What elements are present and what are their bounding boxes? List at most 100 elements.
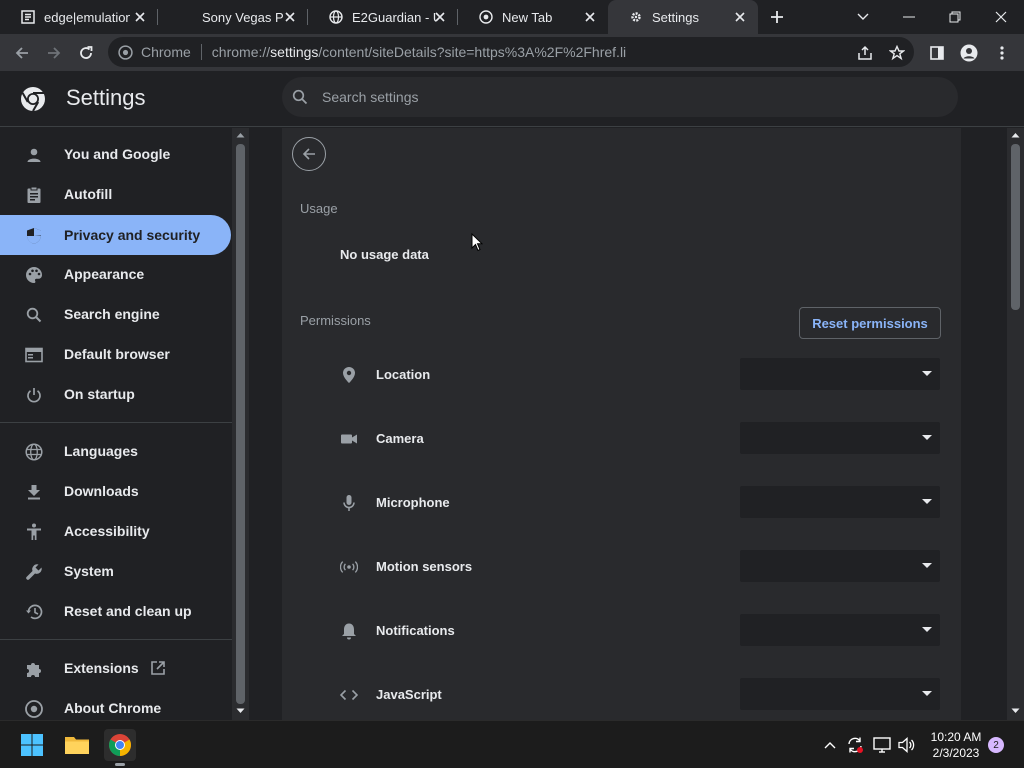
sidebar-scroll-thumb[interactable] bbox=[236, 144, 245, 704]
tab-search-button[interactable] bbox=[840, 0, 886, 34]
menu-kebab-icon[interactable] bbox=[989, 40, 1015, 66]
sidebar-item-you-and-google[interactable]: You and Google bbox=[0, 134, 231, 174]
gear-icon bbox=[628, 9, 644, 25]
chrome-taskbar-icon[interactable] bbox=[104, 729, 136, 766]
person-icon bbox=[24, 145, 44, 165]
settings-header: Settings bbox=[0, 71, 1024, 127]
notification-badge[interactable]: 2 bbox=[988, 737, 1004, 753]
site-details-card: Usage No usage data Permissions Reset pe… bbox=[282, 128, 961, 720]
sidebar-item-reset-and-clean-up[interactable]: Reset and clean up bbox=[0, 591, 231, 631]
sidebar-item-search-engine[interactable]: Search engine bbox=[0, 294, 231, 334]
page-title: Settings bbox=[66, 85, 146, 110]
sync-icon[interactable] bbox=[845, 735, 865, 755]
taskbar-clock[interactable]: 10:20 AM 2/3/2023 bbox=[924, 729, 988, 761]
tab-settings[interactable]: Settings bbox=[608, 0, 758, 34]
location-select[interactable] bbox=[740, 358, 940, 390]
tab-new-tab[interactable]: New Tab bbox=[458, 0, 608, 34]
accessibility-icon bbox=[24, 522, 44, 542]
close-icon[interactable] bbox=[282, 9, 298, 25]
mouse-cursor-icon bbox=[471, 233, 483, 252]
url-path: /content/siteDetails?site=https%3A%2F%2F… bbox=[318, 44, 627, 60]
microphone-select[interactable] bbox=[740, 486, 940, 518]
file-explorer-icon[interactable] bbox=[61, 729, 93, 761]
sidebar-item-label: Languages bbox=[64, 443, 138, 459]
camera-select[interactable] bbox=[740, 422, 940, 454]
sidebar-item-extensions[interactable]: Extensions bbox=[0, 648, 231, 688]
url-prefix: chrome:// bbox=[211, 44, 271, 60]
reset-permissions-button[interactable]: Reset permissions bbox=[799, 307, 941, 339]
sidebar-item-system[interactable]: System bbox=[0, 551, 231, 591]
dropdown-arrow-icon bbox=[922, 371, 932, 376]
new-tab-button[interactable] bbox=[766, 6, 788, 28]
document-icon bbox=[20, 9, 36, 25]
sidebar-item-label: Extensions bbox=[64, 660, 139, 676]
share-icon[interactable] bbox=[852, 40, 878, 66]
forward-button[interactable] bbox=[41, 40, 67, 66]
usage-text: No usage data bbox=[340, 247, 429, 262]
active-app-indicator bbox=[115, 763, 125, 766]
sidebar-item-privacy-and-security[interactable]: Privacy and security bbox=[0, 215, 231, 255]
tab-edge-emulation[interactable]: edge|emulation bbox=[0, 0, 158, 34]
sidebar-item-label: Privacy and security bbox=[64, 227, 201, 243]
sidebar-item-downloads[interactable]: Downloads bbox=[0, 471, 231, 511]
code-icon bbox=[340, 686, 358, 704]
network-icon[interactable] bbox=[872, 735, 892, 755]
profile-avatar-icon[interactable] bbox=[956, 40, 982, 66]
javascript-select[interactable] bbox=[740, 678, 940, 710]
permission-row-javascript: JavaScript bbox=[282, 675, 961, 715]
wrench-icon bbox=[24, 562, 44, 582]
close-icon[interactable] bbox=[582, 9, 598, 25]
tab-sony-vegas[interactable]: Sony Vegas Pro bbox=[158, 0, 308, 34]
main-scroll-thumb[interactable] bbox=[1011, 144, 1020, 310]
globe-icon bbox=[24, 442, 44, 462]
tab-e2guardian[interactable]: E2Guardian - Ur bbox=[308, 0, 458, 34]
scroll-up-arrow-icon[interactable] bbox=[1011, 132, 1020, 138]
main-scrollbar[interactable] bbox=[1007, 128, 1024, 720]
back-arrow-icon bbox=[302, 148, 315, 160]
sidebar-item-accessibility[interactable]: Accessibility bbox=[0, 511, 231, 551]
volume-icon[interactable] bbox=[897, 735, 917, 755]
minimize-button[interactable] bbox=[886, 0, 932, 34]
back-arrow-button[interactable] bbox=[292, 137, 326, 171]
dropdown-arrow-icon bbox=[922, 563, 932, 568]
permission-label: Notifications bbox=[376, 623, 455, 638]
close-window-button[interactable] bbox=[978, 0, 1024, 34]
windows-start-icon[interactable] bbox=[16, 729, 48, 761]
search-input[interactable] bbox=[322, 89, 922, 105]
motion-sensors-select[interactable] bbox=[740, 550, 940, 582]
sidebar-item-default-browser[interactable]: Default browser bbox=[0, 334, 231, 374]
close-icon[interactable] bbox=[432, 9, 448, 25]
back-button[interactable] bbox=[9, 40, 35, 66]
scroll-up-arrow-icon[interactable] bbox=[236, 132, 245, 138]
chevron-up-icon[interactable] bbox=[820, 735, 840, 755]
notifications-select[interactable] bbox=[740, 614, 940, 646]
microphone-icon bbox=[340, 494, 358, 512]
sidebar-item-label: Search engine bbox=[64, 306, 160, 322]
sidebar-item-autofill[interactable]: Autofill bbox=[0, 174, 231, 214]
reload-button[interactable] bbox=[73, 40, 99, 66]
settings-search-box[interactable] bbox=[282, 77, 958, 117]
dropdown-arrow-icon bbox=[922, 499, 932, 504]
tab-title: edge|emulation bbox=[44, 9, 130, 25]
permission-label: Location bbox=[376, 367, 431, 382]
search-icon bbox=[24, 305, 44, 325]
side-panel-icon[interactable] bbox=[924, 40, 950, 66]
close-icon[interactable] bbox=[732, 9, 748, 25]
site-chip[interactable]: Chrome bbox=[118, 44, 191, 60]
address-bar[interactable]: Chrome chrome://settings/content/siteDet… bbox=[108, 37, 914, 67]
sidebar-item-label: Downloads bbox=[64, 483, 139, 499]
sidebar-item-appearance[interactable]: Appearance bbox=[0, 254, 231, 294]
dropdown-arrow-icon bbox=[922, 691, 932, 696]
close-icon[interactable] bbox=[132, 9, 148, 25]
tab-title: New Tab bbox=[502, 9, 553, 25]
scroll-down-arrow-icon[interactable] bbox=[1011, 708, 1020, 714]
history-icon bbox=[24, 602, 44, 622]
sidebar-item-on-startup[interactable]: On startup bbox=[0, 374, 231, 414]
url-host: settings bbox=[270, 44, 319, 60]
sidebar-item-languages[interactable]: Languages bbox=[0, 431, 231, 471]
restore-button[interactable] bbox=[932, 0, 978, 34]
chrome-icon bbox=[24, 699, 44, 719]
bookmark-star-icon[interactable] bbox=[884, 40, 910, 66]
scroll-down-arrow-icon[interactable] bbox=[236, 708, 245, 714]
sidebar-scrollbar[interactable] bbox=[232, 128, 249, 720]
